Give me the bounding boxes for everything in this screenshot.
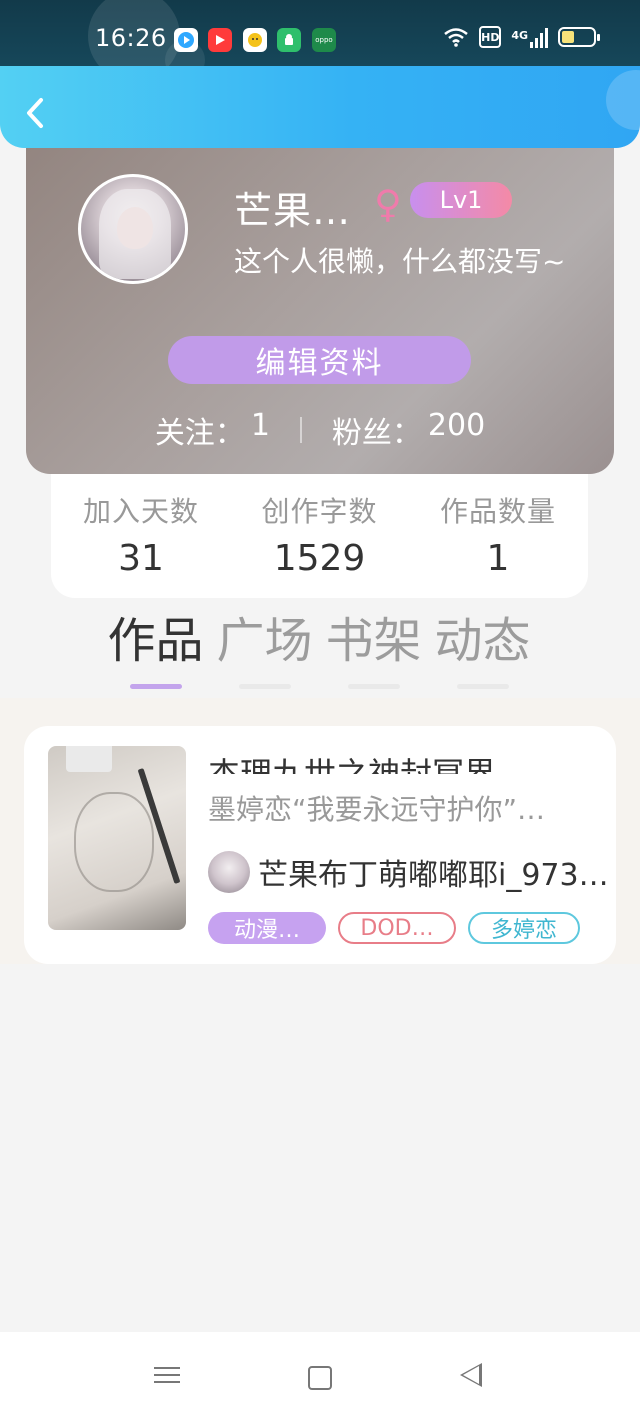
- tab-label: 动态: [434, 613, 531, 669]
- chat-bot-app-icon: [243, 28, 267, 52]
- work-description: 墨婷恋“我要永远守护你”…: [208, 793, 546, 826]
- follow-stats: 关注： 1 粉丝： 200: [26, 408, 614, 452]
- following-label: 关注：: [154, 416, 245, 451]
- work-card[interactable]: 杰理九世之神封冥界 墨婷恋“我要永远守护你”… 芒果布丁萌嘟嘟耶i_973… 动…: [24, 726, 616, 964]
- hd-badge: HD: [479, 26, 502, 48]
- android-app-icon: [277, 28, 301, 52]
- stat-label: 创作字数: [261, 495, 378, 528]
- stat-word-count: 创作字数 1529: [258, 490, 382, 598]
- tab-square[interactable]: 广场: [213, 610, 316, 690]
- bio-text: 这个人很懒，什么都没写~: [234, 245, 566, 278]
- signal-icon: 4G: [511, 26, 548, 48]
- system-nav-bar: [0, 1332, 640, 1422]
- tab-label: 书架: [325, 613, 422, 669]
- tab-bookshelf[interactable]: 书架: [322, 610, 425, 690]
- tag[interactable]: DOD…: [338, 912, 456, 944]
- edit-profile-button[interactable]: 编辑资料: [168, 336, 471, 384]
- tag[interactable]: 多婷恋: [468, 912, 580, 944]
- back-triangle-icon[interactable]: [460, 1363, 482, 1387]
- tab-indicator: [348, 684, 400, 689]
- stats-card: 加入天数 31 创作字数 1529 作品数量 1: [51, 474, 588, 598]
- video-app-icon: [174, 28, 198, 52]
- username: 芒果…: [234, 189, 352, 233]
- author-avatar: [208, 851, 250, 893]
- status-indicators: HD 4G: [443, 26, 600, 48]
- tab-label: 作品: [107, 613, 204, 669]
- back-button[interactable]: [22, 96, 48, 130]
- level-badge: Lv1: [410, 182, 512, 218]
- tab-activity[interactable]: 动态: [431, 610, 534, 690]
- author-row: 芒果布丁萌嘟嘟耶i_973…: [208, 850, 609, 894]
- tab-works[interactable]: 作品: [104, 610, 207, 690]
- oppo-app-icon: oppo: [312, 28, 336, 52]
- stat-value: 31: [118, 538, 164, 579]
- tab-indicator: [130, 684, 182, 689]
- avatar[interactable]: [78, 174, 188, 284]
- home-icon[interactable]: [308, 1366, 332, 1390]
- tab-label: 广场: [216, 613, 313, 669]
- profile-card: 芒果… ♀ Lv1 这个人很懒，什么都没写~ 编辑资料 关注： 1 粉丝： 20…: [26, 148, 614, 474]
- menu-icon[interactable]: [154, 1362, 184, 1392]
- tag[interactable]: 动漫…: [208, 912, 326, 944]
- battery-icon: [558, 27, 600, 47]
- header-decoration: [606, 70, 640, 130]
- stat-label: 加入天数: [82, 495, 199, 528]
- work-cover-image: [48, 746, 186, 930]
- play-app-icon: [208, 28, 232, 52]
- followers-link[interactable]: 粉丝： 200: [332, 408, 485, 452]
- female-icon: ♀: [374, 182, 402, 226]
- followers-label: 粉丝：: [331, 416, 422, 451]
- header-bar: [0, 66, 640, 148]
- stat-value: 1529: [273, 538, 366, 579]
- following-count: 1: [250, 408, 270, 443]
- status-bar: 16:26 oppo HD 4G: [0, 0, 640, 66]
- tab-bar: 作品 广场 书架 动态: [104, 610, 534, 690]
- chevron-left-icon: [27, 98, 43, 128]
- network-type: 4G: [511, 29, 528, 42]
- tab-indicator: [239, 684, 291, 689]
- followers-count: 200: [427, 408, 486, 443]
- tab-indicator: [457, 684, 509, 689]
- status-time: 16:26: [95, 24, 167, 52]
- stat-value: 1: [486, 538, 510, 579]
- stat-label: 作品数量: [439, 495, 556, 528]
- author-name: 芒果布丁萌嘟嘟耶i_973…: [258, 858, 609, 893]
- following-link[interactable]: 关注： 1: [155, 408, 270, 452]
- divider: [299, 417, 302, 443]
- tag-list: 动漫… DOD… 多婷恋: [208, 912, 580, 944]
- wifi-icon: [444, 28, 469, 47]
- work-title: 杰理九世之神封冥界: [208, 755, 497, 774]
- stat-work-count: 作品数量 1: [436, 490, 560, 598]
- stat-join-days: 加入天数 31: [79, 490, 203, 598]
